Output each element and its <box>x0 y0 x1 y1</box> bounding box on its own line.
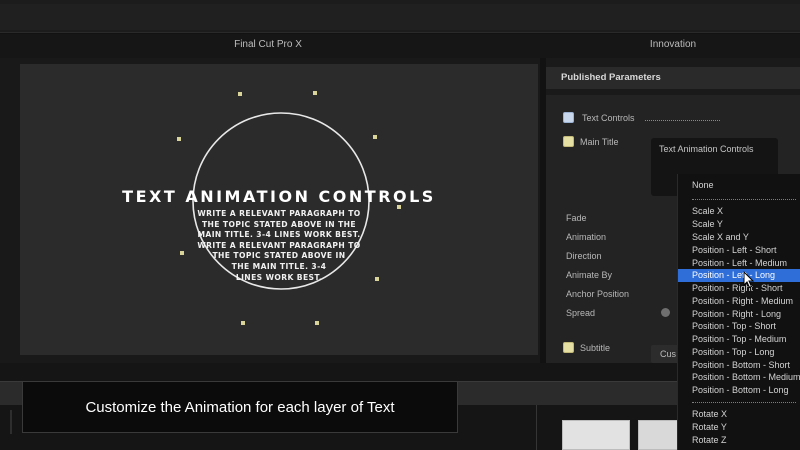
menu-item-position-right-medium[interactable]: Position - Right - Medium <box>678 295 800 308</box>
menu-item-label: Rotate X <box>692 409 728 419</box>
custom-button-label: Cus <box>660 349 677 359</box>
text-controls-leader <box>645 120 720 121</box>
main-title-label: Main Title <box>580 137 619 147</box>
toolbar-strip <box>0 4 800 30</box>
menu-item-position-bottom-medium[interactable]: Position - Bottom - Medium <box>678 371 800 384</box>
title-bar: Final Cut Pro X Innovation <box>0 34 800 58</box>
star-dot <box>315 321 319 325</box>
overlay-heading: TEXT ANIMATION CONTROLS <box>122 187 436 206</box>
menu-item-label: Position - Bottom - Long <box>692 385 789 395</box>
star-dot <box>373 135 377 139</box>
star-dot <box>313 91 317 95</box>
overlay-line: THE MAIN TITLE. 3-4 <box>231 261 327 271</box>
menu-item-rotate-y[interactable]: Rotate Y <box>678 421 800 434</box>
text-controls-label: Text Controls <box>582 113 635 123</box>
timeline-divider <box>536 405 537 450</box>
menu-item-scale-x-and-y[interactable]: Scale X and Y <box>678 231 800 244</box>
mouse-cursor-icon <box>743 271 755 289</box>
param-anchor-position: Anchor Position <box>566 289 630 299</box>
text-controls-checkbox-icon[interactable] <box>563 112 574 123</box>
star-dot <box>238 92 242 96</box>
spread-slider-knob[interactable] <box>661 308 670 317</box>
menu-item-none[interactable]: None <box>678 179 800 192</box>
menu-item-label: Position - Bottom - Medium <box>692 372 800 382</box>
star-dots <box>177 91 401 325</box>
menu-item-label: Scale X <box>692 206 724 216</box>
timeline-clip[interactable] <box>562 420 630 450</box>
param-direction: Direction <box>566 251 602 261</box>
published-parameters-label: Published Parameters <box>561 72 661 83</box>
menu-item-position-top-medium[interactable]: Position - Top - Medium <box>678 333 800 346</box>
viewer-canvas[interactable]: TEXT ANIMATION CONTROLS WRITE A RELEVANT… <box>20 64 538 355</box>
menu-item-label: Position - Top - Long <box>692 347 775 357</box>
menu-item-position-left-long[interactable]: Position - Left - Long <box>678 269 800 282</box>
menu-item-label: Position - Left - Medium <box>692 258 788 268</box>
caption-text: Customize the Animation for each layer o… <box>85 399 395 416</box>
inspector-title: Innovation <box>649 39 697 50</box>
param-animate-by: Animate By <box>566 270 613 280</box>
menu-item-scale-x[interactable]: Scale X <box>678 205 800 218</box>
overlay-line: THE TOPIC STATED ABOVE IN <box>212 251 346 261</box>
menu-item-label: Position - Right - Long <box>692 309 782 319</box>
overlay-line: MAIN TITLE. 3-4 LINES WORK BEST. <box>197 230 361 240</box>
menu-item-position-bottom-long[interactable]: Position - Bottom - Long <box>678 384 800 397</box>
top-toolbar <box>0 0 800 33</box>
star-dot <box>177 137 181 141</box>
overlay-line: WRITE A RELEVANT PARAGRAPH TO <box>197 209 361 218</box>
menu-separator <box>692 199 796 200</box>
star-dot <box>241 321 245 325</box>
menu-item-label: Scale Y <box>692 219 723 229</box>
menu-item-label: Position - Top - Short <box>692 321 776 331</box>
param-animation: Animation <box>566 232 607 242</box>
timeline-marker <box>10 410 12 434</box>
menu-item-label: Rotate Z <box>692 435 727 445</box>
menu-separator <box>692 402 796 403</box>
menu-item-label: None <box>692 180 714 190</box>
menu-item-position-top-long[interactable]: Position - Top - Long <box>678 346 800 359</box>
overlay-line: LINES WORK BEST. <box>235 272 323 282</box>
param-spread: Spread <box>566 308 596 318</box>
viewer-title: Final Cut Pro X <box>234 39 302 50</box>
param-fade: Fade <box>566 213 587 223</box>
caption-box: Customize the Animation for each layer o… <box>22 381 458 433</box>
published-parameters-header: Published Parameters <box>546 67 800 89</box>
overlay-line: WRITE A RELEVANT PARAGRAPH TO <box>197 240 361 250</box>
menu-item-label: Rotate Y <box>692 422 727 432</box>
menu-item-position-top-short[interactable]: Position - Top - Short <box>678 320 800 333</box>
animation-dropdown-menu[interactable]: None Scale X Scale Y Scale X and Y Posit… <box>677 174 800 450</box>
text-animation-controls-label: Text Animation Controls <box>659 144 754 154</box>
menu-item-position-left-short[interactable]: Position - Left - Short <box>678 244 800 257</box>
menu-item-rotate-x[interactable]: Rotate X <box>678 408 800 421</box>
subtitle-label: Subtitle <box>580 343 611 353</box>
subtitle-note-icon <box>563 342 574 353</box>
menu-item-label: Position - Left - Long <box>692 270 776 280</box>
menu-item-label: Position - Right - Medium <box>692 296 794 306</box>
menu-item-label: Position - Right - Short <box>692 283 783 293</box>
menu-item-position-right-short[interactable]: Position - Right - Short <box>678 282 800 295</box>
main-title-note-icon <box>563 136 574 147</box>
overlay-line: THE TOPIC STATED ABOVE IN THE <box>201 219 357 229</box>
menu-item-label: Position - Left - Short <box>692 245 777 255</box>
star-dot <box>375 277 379 281</box>
menu-item-rotate-z[interactable]: Rotate Z <box>678 434 800 447</box>
menu-item-label: Scale X and Y <box>692 232 749 242</box>
menu-item-label: Position - Top - Medium <box>692 334 787 344</box>
menu-item-scale-y[interactable]: Scale Y <box>678 218 800 231</box>
overlay-paragraph: WRITE A RELEVANT PARAGRAPH TO THE TOPIC … <box>184 209 374 283</box>
menu-item-label: Position - Bottom - Short <box>692 360 791 370</box>
